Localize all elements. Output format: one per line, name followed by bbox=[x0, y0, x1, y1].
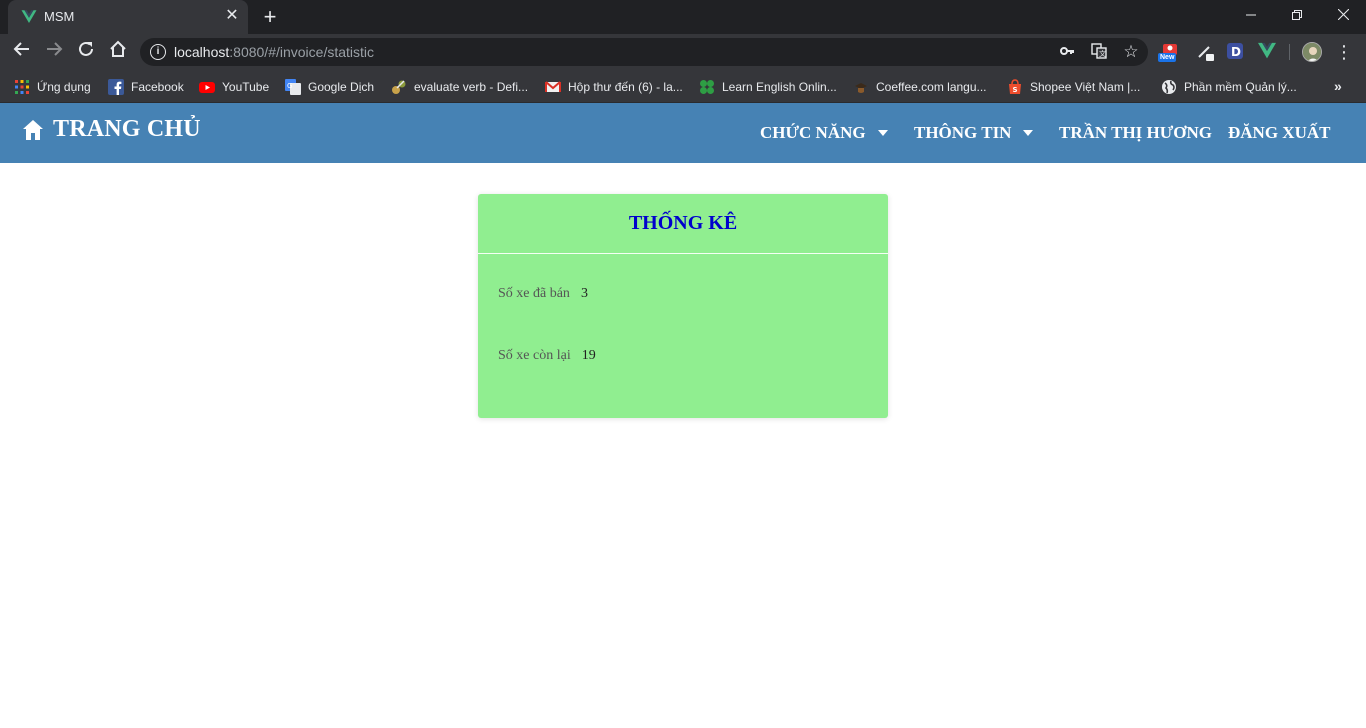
bookmark-coeffee[interactable]: Coeffee.com langu... bbox=[853, 76, 987, 98]
bookmark-facebook[interactable]: Facebook bbox=[108, 76, 184, 98]
bookmark-label: Coeffee.com langu... bbox=[876, 80, 987, 94]
home-icon[interactable] bbox=[106, 40, 130, 64]
shopee-icon: S bbox=[1009, 79, 1021, 94]
bookmark-label: Learn English Onlin... bbox=[722, 80, 837, 94]
bookmark-phan-mem[interactable]: Phần mềm Quản lý... bbox=[1161, 76, 1297, 98]
forward-arrow-icon[interactable] bbox=[42, 40, 66, 64]
nav-user-name[interactable]: TRẦN THỊ HƯƠNG bbox=[1059, 123, 1212, 143]
bookmark-google-translate[interactable]: G Google Dịch bbox=[285, 76, 374, 98]
bookmarks-bar: Ứng dụng Facebook YouTube G Google Dịch … bbox=[0, 70, 1366, 103]
bookmark-youtube[interactable]: YouTube bbox=[199, 76, 269, 98]
reload-icon[interactable] bbox=[74, 40, 98, 64]
bookmarks-overflow-icon[interactable]: » bbox=[1334, 78, 1342, 94]
key-icon[interactable] bbox=[1058, 43, 1076, 61]
bookmark-gmail[interactable]: Hộp thư đến (6) - la... bbox=[545, 76, 683, 98]
bookmark-shopee[interactable]: S Shopee Việt Nam |... bbox=[1007, 76, 1140, 98]
nav-logout-button[interactable]: ĐĂNG XUẤT bbox=[1228, 123, 1330, 143]
back-arrow-icon[interactable] bbox=[10, 40, 34, 64]
sold-value: 3 bbox=[580, 286, 588, 301]
site-info-icon[interactable]: i bbox=[150, 44, 166, 60]
gmail-icon bbox=[545, 81, 561, 92]
browser-toolbar: i localhost:8080/#/invoice/statistic 文 ☆… bbox=[0, 34, 1366, 70]
clover-icon bbox=[700, 80, 714, 94]
translate-icon[interactable]: 文 bbox=[1090, 43, 1108, 61]
nav-info-dropdown[interactable]: THÔNG TIN bbox=[914, 123, 1034, 143]
nav-logout-label: ĐĂNG XUẤT bbox=[1228, 123, 1331, 142]
app-navbar: TRANG CHỦ CHỨC NĂNG THÔNG TIN TRẦN THỊ H… bbox=[0, 103, 1366, 163]
bookmark-star-icon[interactable]: ☆ bbox=[1122, 43, 1140, 61]
extension-new-icon[interactable]: New bbox=[1158, 42, 1180, 62]
google-translate-icon: G bbox=[285, 79, 301, 95]
bookmark-label: Ứng dụng bbox=[37, 80, 91, 94]
svg-text:文: 文 bbox=[1099, 49, 1106, 58]
bookmark-label: YouTube bbox=[222, 80, 270, 94]
toolbar-separator bbox=[1289, 44, 1290, 60]
vue-devtools-icon[interactable] bbox=[1257, 42, 1277, 62]
svg-text:G: G bbox=[287, 82, 292, 90]
bookmark-label: Google Dịch bbox=[308, 80, 375, 94]
remaining-value: 19 bbox=[581, 348, 596, 363]
address-bar[interactable]: i localhost:8080/#/invoice/statistic 文 ☆ bbox=[140, 38, 1148, 66]
url-text: localhost:8080/#/invoice/statistic bbox=[174, 44, 375, 60]
d-extension-icon[interactable]: D bbox=[1226, 42, 1246, 62]
browser-tab[interactable]: MSM ✕ bbox=[8, 0, 248, 34]
bookmark-evaluate-verb[interactable]: evaluate verb - Defi... bbox=[391, 76, 528, 98]
brand-title: TRANG CHỦ bbox=[53, 116, 201, 142]
statistic-title: THỐNG KÊ bbox=[628, 212, 738, 234]
remaining-label: Số xe còn lại bbox=[498, 348, 571, 363]
bookmark-learn-english[interactable]: Learn English Onlin... bbox=[699, 76, 837, 98]
bookmark-label: evaluate verb - Defi... bbox=[414, 80, 529, 94]
bookmark-apps[interactable]: Ứng dụng bbox=[14, 76, 91, 98]
statistic-card: THỐNG KÊ Số xe đã bán 3 Số xe còn lại 19 bbox=[478, 194, 888, 418]
bookmark-label: Hộp thư đến (6) - la... bbox=[568, 80, 683, 94]
youtube-icon bbox=[199, 82, 215, 93]
caret-down-icon bbox=[877, 130, 888, 136]
caret-down-icon bbox=[1023, 130, 1034, 136]
close-icon bbox=[1337, 8, 1349, 21]
coeffee-icon bbox=[855, 83, 867, 93]
bookmark-label: Phần mềm Quản lý... bbox=[1184, 80, 1297, 94]
home-link[interactable]: TRANG CHỦ bbox=[22, 116, 201, 143]
nav-features-dropdown[interactable]: CHỨC NĂNG bbox=[760, 123, 888, 143]
globe-icon bbox=[1162, 80, 1176, 94]
pen-extension-icon[interactable] bbox=[1196, 42, 1216, 62]
nav-features-label: CHỨC NĂNG bbox=[760, 123, 866, 142]
profile-avatar[interactable] bbox=[1302, 42, 1322, 62]
minimize-icon bbox=[1246, 14, 1256, 16]
svg-text:D: D bbox=[1231, 45, 1241, 59]
svg-text:S: S bbox=[1013, 86, 1018, 94]
facebook-icon bbox=[108, 79, 124, 95]
tab-close-icon[interactable]: ✕ bbox=[222, 6, 242, 26]
apps-grid-icon bbox=[15, 80, 29, 94]
restore-icon bbox=[1292, 10, 1302, 20]
browser-tab-strip: MSM ✕ + bbox=[0, 0, 1366, 34]
nav-user-label: TRẦN THỊ HƯƠNG bbox=[1059, 123, 1213, 142]
nav-info-label: THÔNG TIN bbox=[914, 123, 1012, 142]
window-minimize-button[interactable] bbox=[1228, 0, 1274, 30]
stat-row-remaining: Số xe còn lại 19 bbox=[498, 348, 596, 364]
sold-label: Số xe đã bán bbox=[498, 286, 570, 301]
browser-menu-icon[interactable]: ⋮ bbox=[1334, 40, 1354, 64]
vue-logo-icon bbox=[21, 10, 37, 23]
bookmark-label: Shopee Việt Nam |... bbox=[1030, 80, 1141, 94]
statistic-card-header: THỐNG KÊ bbox=[478, 194, 888, 254]
new-tab-button[interactable]: + bbox=[258, 5, 282, 29]
home-icon bbox=[23, 119, 43, 140]
window-close-button[interactable] bbox=[1320, 0, 1366, 30]
bookmark-label: Facebook bbox=[131, 80, 184, 94]
extension-badge: New bbox=[1158, 53, 1177, 62]
tab-title: MSM bbox=[44, 9, 75, 24]
dictionary-icon bbox=[392, 80, 406, 94]
window-restore-button[interactable] bbox=[1274, 0, 1320, 30]
stat-row-sold: Số xe đã bán 3 bbox=[498, 286, 588, 302]
